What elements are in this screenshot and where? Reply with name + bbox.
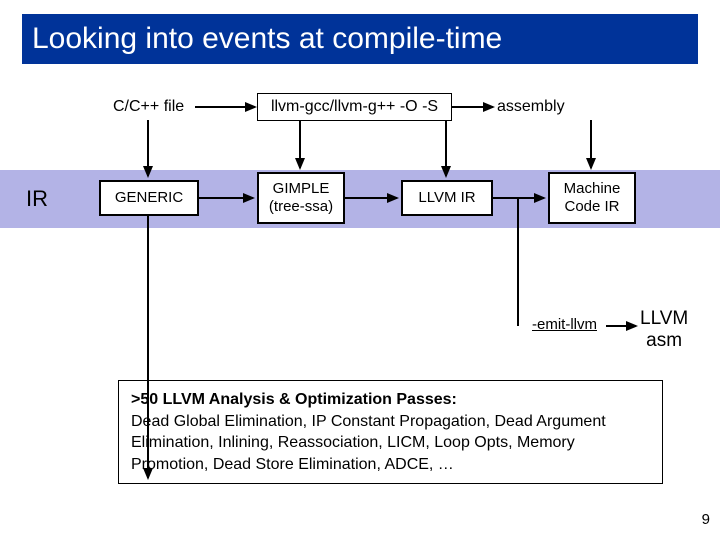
llvm-ir-box: LLVM IR [401,180,493,216]
llvm-asm-line2: asm [640,330,688,352]
slide-title: Looking into events at compile-time [32,22,502,56]
llvm-asm-label: LLVM asm [640,308,688,352]
generic-ir-box: GENERIC [99,180,199,216]
assembly-label: assembly [497,98,565,116]
slide-number: 9 [702,511,710,528]
machine-ir-box: Machine Code IR [548,172,636,224]
passes-title: >50 LLVM Analysis & Optimization Passes: [131,391,457,408]
llvmir-text: LLVM IR [418,189,475,207]
gimple-line1: GIMPLE [273,180,330,198]
gimple-ir-box: GIMPLE (tree-ssa) [257,172,345,224]
llvm-asm-line1: LLVM [640,308,688,330]
generic-text: GENERIC [115,189,183,207]
gimple-line2: (tree-ssa) [269,198,333,216]
title-bar: Looking into events at compile-time [22,14,698,64]
source-file-label: C/C++ file [113,98,184,116]
machine-line2: Code IR [564,198,619,216]
passes-box: >50 LLVM Analysis & Optimization Passes:… [118,380,663,484]
compiler-box: llvm-gcc/llvm-g++ -O -S [257,93,452,121]
machine-line1: Machine [564,180,621,198]
passes-body: Dead Global Elimination, IP Constant Pro… [131,413,606,473]
emit-llvm-flag: -emit-llvm [532,316,597,333]
ir-label: IR [26,186,48,212]
